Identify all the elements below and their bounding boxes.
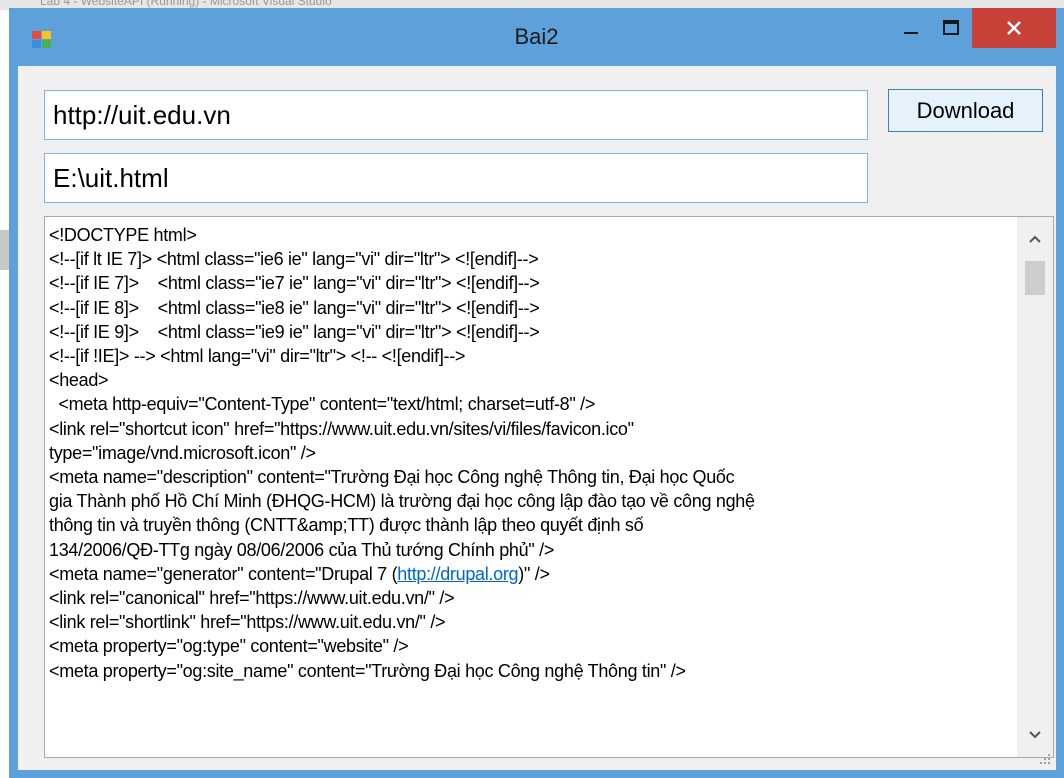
content-line: <meta http-equiv="Content-Type" content=… bbox=[49, 394, 596, 415]
chevron-up-icon bbox=[1029, 235, 1041, 243]
url-input[interactable]: http://uit.edu.vn bbox=[44, 90, 868, 140]
html-content-text: <!DOCTYPE html> <!--[if lt IE 7]> <html … bbox=[49, 223, 999, 683]
content-line: <!--[if IE 9]> <html class="ie9 ie" lang… bbox=[49, 321, 540, 342]
content-line: <link rel="shortcut icon" href="https://… bbox=[49, 418, 634, 439]
generator-prefix: <meta name="generator" content="Drupal 7… bbox=[49, 563, 398, 584]
content-line: <meta property="og:type" content="websit… bbox=[49, 636, 409, 657]
content-lines-after: <link rel="canonical" href="https://www.… bbox=[49, 588, 686, 681]
content-line: 134/2006/QĐ-TTg ngày 08/06/2006 của Thủ … bbox=[49, 539, 555, 560]
content-line: thông tin và truyền thông (CNTT&amp;TT) … bbox=[49, 515, 644, 536]
scroll-up-button[interactable] bbox=[1017, 221, 1053, 257]
content-line: <link rel="canonical" href="https://www.… bbox=[49, 588, 455, 609]
content-line: <!--[if !IE]> --> <html lang="vi" dir="l… bbox=[49, 346, 466, 367]
chevron-down-icon bbox=[1029, 731, 1041, 739]
background-window-edge bbox=[0, 230, 9, 270]
form-client-area: http://uit.edu.vn E:\uit.html Download <… bbox=[18, 66, 1056, 770]
maximize-button[interactable] bbox=[931, 8, 971, 48]
title-bar[interactable]: Bai2 bbox=[9, 8, 1064, 66]
app-window: Bai2 http://uit.edu.vn E:\uit.html Downl… bbox=[9, 8, 1064, 778]
content-line: <head> bbox=[49, 370, 109, 391]
background-app-title: Lab 4 - WebsiteAPI (Running) - Microsoft… bbox=[40, 0, 332, 8]
maximize-icon bbox=[943, 20, 959, 35]
generator-line: <meta name="generator" content="Drupal 7… bbox=[49, 564, 550, 584]
download-button[interactable]: Download bbox=[888, 89, 1043, 132]
vertical-scrollbar[interactable] bbox=[1017, 217, 1053, 757]
content-line: <!--[if IE 7]> <html class="ie7 ie" lang… bbox=[49, 273, 540, 294]
close-icon bbox=[1007, 21, 1021, 35]
content-line: gia Thành phố Hồ Chí Minh (ĐHQG-HCM) là … bbox=[49, 491, 755, 512]
drupal-link[interactable]: http://drupal.org bbox=[397, 564, 518, 584]
minimize-button[interactable] bbox=[891, 8, 931, 48]
content-line: <link rel="shortlink" href="https://www.… bbox=[49, 612, 446, 633]
content-line: <!--[if lt IE 7]> <html class="ie6 ie" l… bbox=[49, 249, 539, 270]
resize-grip-icon[interactable] bbox=[1036, 750, 1052, 766]
scroll-down-button[interactable] bbox=[1017, 717, 1053, 753]
minimize-icon bbox=[904, 32, 918, 34]
content-line: <meta name="description" content="Trường… bbox=[49, 467, 735, 488]
save-path-input[interactable]: E:\uit.html bbox=[44, 153, 868, 203]
html-content-textbox[interactable]: <!DOCTYPE html> <!--[if lt IE 7]> <html … bbox=[44, 216, 1054, 758]
generator-suffix: )" /> bbox=[518, 563, 550, 584]
content-lines-before: <!DOCTYPE html> <!--[if lt IE 7]> <html … bbox=[49, 225, 755, 560]
content-line: type="image/vnd.microsoft.icon" /> bbox=[49, 442, 316, 463]
close-button[interactable] bbox=[972, 8, 1056, 48]
scroll-thumb[interactable] bbox=[1025, 261, 1045, 295]
content-line: <meta property="og:site_name" content="T… bbox=[49, 660, 686, 681]
content-line: <!--[if IE 8]> <html class="ie8 ie" lang… bbox=[49, 297, 540, 318]
content-line: <!DOCTYPE html> bbox=[49, 225, 197, 245]
